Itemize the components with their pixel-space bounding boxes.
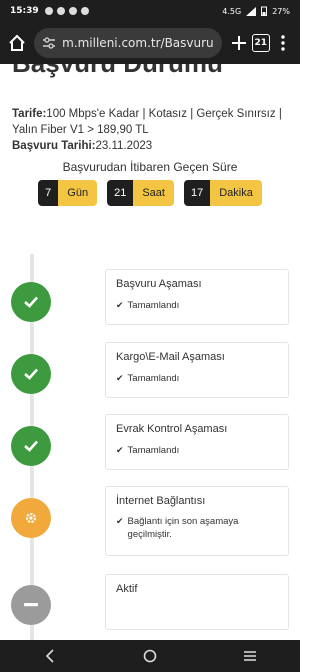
step-title: Aktif (116, 583, 138, 595)
battery-level: 27% (272, 6, 290, 16)
check-icon (24, 368, 38, 380)
timer-value: 21 (107, 180, 134, 206)
elapsed-timer: 7 Gün 21 Saat 17 Dakika (0, 180, 300, 206)
timer-value: 17 (183, 180, 211, 206)
menu-button[interactable] (272, 30, 294, 56)
step-title: Başvuru Aşaması (116, 278, 202, 290)
recents-icon (244, 651, 256, 661)
notification-icon (44, 7, 53, 15)
tariff-value: 100 Mbps'e Kadar | Kotasız | Gerçek Sını… (12, 108, 282, 136)
timer-days: 7 Gün (38, 180, 98, 206)
elapsed-time-title: Başvurudan İtibaren Geçen Süre (62, 160, 238, 174)
site-settings-icon[interactable] (42, 36, 56, 50)
back-icon (45, 649, 54, 663)
timer-unit: Dakika (210, 180, 262, 206)
browser-toolbar: m.milleni.com.tr/Basvuru 21 (0, 22, 300, 64)
step-status: ✔ Bağlantı için son aşamaya geçilmiştir. (116, 515, 278, 541)
home-icon (9, 34, 25, 51)
more-vert-icon (281, 35, 285, 51)
tab-count: 21 (251, 34, 270, 52)
step-status-text: Tamamlandı (127, 300, 180, 311)
tariff-label: Tarife: (12, 108, 47, 120)
step-status-circle (11, 426, 51, 466)
step-status: ✔ Tamamlandı (116, 444, 278, 457)
minus-icon (24, 603, 38, 607)
check-icon (24, 440, 38, 452)
application-info: Tarife:100 Mbps'e Kadar | Kotasız | Gerç… (12, 106, 292, 154)
plus-icon (231, 36, 246, 50)
step-status-text: Tamamlandı (127, 445, 180, 456)
system-nav-bar (0, 640, 300, 672)
notification-icon (80, 7, 89, 15)
step-status-circle (11, 282, 51, 322)
recents-button[interactable] (238, 644, 262, 668)
step-card: Evrak Kontrol Aşaması ✔ Tamamlandı (105, 414, 289, 470)
check-icon: ✔ (116, 373, 124, 383)
page-content: Başvuru Durumu Tarife:100 Mbps'e Kadar |… (0, 64, 300, 640)
date-value: 23.11.2023 (95, 140, 153, 152)
check-icon (24, 296, 38, 308)
tab-switcher-button[interactable]: 21 (250, 30, 272, 56)
step-title: Kargo\E-Mail Aşaması (116, 351, 225, 363)
status-bar: 15:39 4.5G 27% (0, 0, 300, 22)
battery-icon (261, 6, 268, 16)
signal-icon (246, 6, 257, 16)
url-text[interactable]: m.milleni.com.tr/Basvuru (62, 36, 214, 50)
circle-home-icon (143, 649, 157, 663)
step-status: ✔ Tamamlandı (116, 372, 278, 385)
notification-icon (68, 7, 77, 15)
timer-hours: 21 Saat (107, 180, 174, 206)
check-icon: ✔ (116, 516, 124, 526)
timer-unit: Gün (58, 180, 98, 206)
status-time: 15:39 (10, 6, 39, 16)
timer-value: 7 (38, 180, 59, 206)
step-status-circle (11, 354, 51, 394)
step-card: İnternet Bağlantısı ✔ Bağlantı için son a… (105, 486, 289, 556)
step-card: Kargo\E-Mail Aşaması ✔ Tamamlandı (105, 342, 289, 398)
gear-icon (25, 512, 37, 524)
step-card: Başvuru Aşaması ✔ Tamamlandı (105, 269, 289, 325)
timer-unit: Saat (133, 180, 174, 206)
page-title: Başvuru Durumu (12, 64, 223, 79)
step-status-circle (11, 498, 51, 538)
check-icon: ✔ (116, 445, 124, 455)
home-nav-button[interactable] (138, 644, 162, 668)
new-tab-button[interactable] (228, 30, 250, 56)
notification-icons (44, 7, 89, 15)
step-title: İnternet Bağlantısı (116, 495, 206, 507)
home-button[interactable] (6, 30, 28, 56)
step-card: Aktif (105, 574, 289, 630)
step-status-text: Tamamlandı (127, 373, 180, 384)
date-label: Başvuru Tarihi: (12, 140, 96, 152)
step-status: ✔ Tamamlandı (116, 299, 278, 312)
address-bar[interactable]: m.milleni.com.tr/Basvuru (34, 28, 222, 58)
step-status-text: Bağlantı için son aşamaya geçilmiştir. (127, 516, 239, 540)
network-label: 4.5G (222, 6, 242, 16)
step-title: Evrak Kontrol Aşaması (116, 423, 228, 435)
notification-icon (56, 7, 65, 15)
timer-minutes: 17 Dakika (183, 180, 262, 206)
check-icon: ✔ (116, 300, 124, 310)
back-button[interactable] (38, 644, 62, 668)
step-status-circle (11, 585, 51, 625)
